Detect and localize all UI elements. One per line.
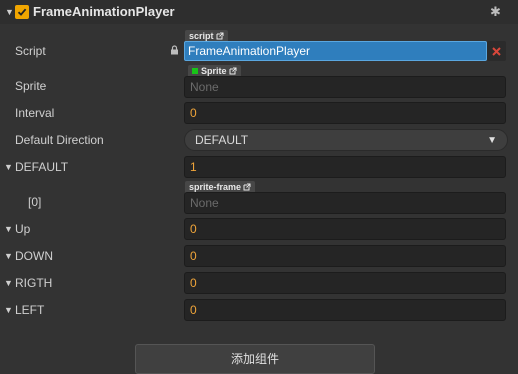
close-icon [492,46,501,56]
down-expand-arrow-icon[interactable]: ▼ [4,250,13,262]
default-array-label: DEFAULT [15,160,69,174]
left-expand-arrow-icon[interactable]: ▼ [4,304,13,316]
external-link-icon [229,67,237,75]
interval-label: Interval [15,106,55,120]
dropdown-arrow-icon: ▼ [487,134,497,146]
array-index-label: [0] [28,195,42,209]
down-array-label: DOWN [15,249,53,263]
external-link-icon [243,183,251,191]
checkmark-icon [17,8,27,16]
gear-icon[interactable]: ✱ [490,5,501,19]
script-value: FrameAnimationPlayer [188,44,311,58]
lock-icon [171,45,178,55]
interval-value: 0 [190,106,197,120]
sprite-type-indicator [192,68,198,74]
default-direction-value: DEFAULT [195,133,249,147]
down-array-size-input[interactable]: 0 [184,245,506,267]
external-link-icon [216,32,224,40]
sprite-value: None [190,80,219,94]
add-component-button[interactable]: 添加组件 [135,344,375,374]
up-array-size-input[interactable]: 0 [184,218,506,240]
left-array-size-input[interactable]: 0 [184,299,506,321]
default-direction-label: Default Direction [15,133,104,147]
rigth-array-label: RIGTH [15,276,53,290]
up-array-size: 0 [190,222,197,236]
interval-input[interactable]: 0 [184,102,506,124]
script-label: Script [15,44,46,58]
add-component-label: 添加组件 [230,352,279,366]
sprite-frame-value: None [190,196,219,210]
rigth-expand-arrow-icon[interactable]: ▼ [4,277,13,289]
up-expand-arrow-icon[interactable]: ▼ [4,223,13,235]
sprite-tag-label: Sprite [201,66,227,76]
sprite-asset-field[interactable]: None [184,76,506,98]
collapse-arrow-icon[interactable]: ▼ [5,6,14,18]
sprite-frame-tag-label: sprite-frame [189,182,242,192]
left-array-size: 0 [190,303,197,317]
script-tag-label: script [189,31,214,41]
up-array-label: Up [15,222,31,236]
component-title: FrameAnimationPlayer [33,4,175,19]
rigth-array-size: 0 [190,276,197,290]
sprite-label: Sprite [15,79,47,93]
default-array-size-input[interactable]: 1 [184,156,506,178]
enabled-checkbox[interactable] [15,5,29,19]
down-array-size: 0 [190,249,197,263]
rigth-array-size-input[interactable]: 0 [184,272,506,294]
default-expand-arrow-icon[interactable]: ▼ [4,161,13,173]
left-array-label: LEFT [15,303,45,317]
default-direction-select[interactable]: DEFAULT ▼ [184,129,508,151]
clear-script-button[interactable] [487,41,506,61]
default-array-size: 1 [190,160,197,174]
script-asset-field[interactable]: FrameAnimationPlayer [184,41,487,61]
sprite-frame-asset-field[interactable]: None [184,192,506,214]
